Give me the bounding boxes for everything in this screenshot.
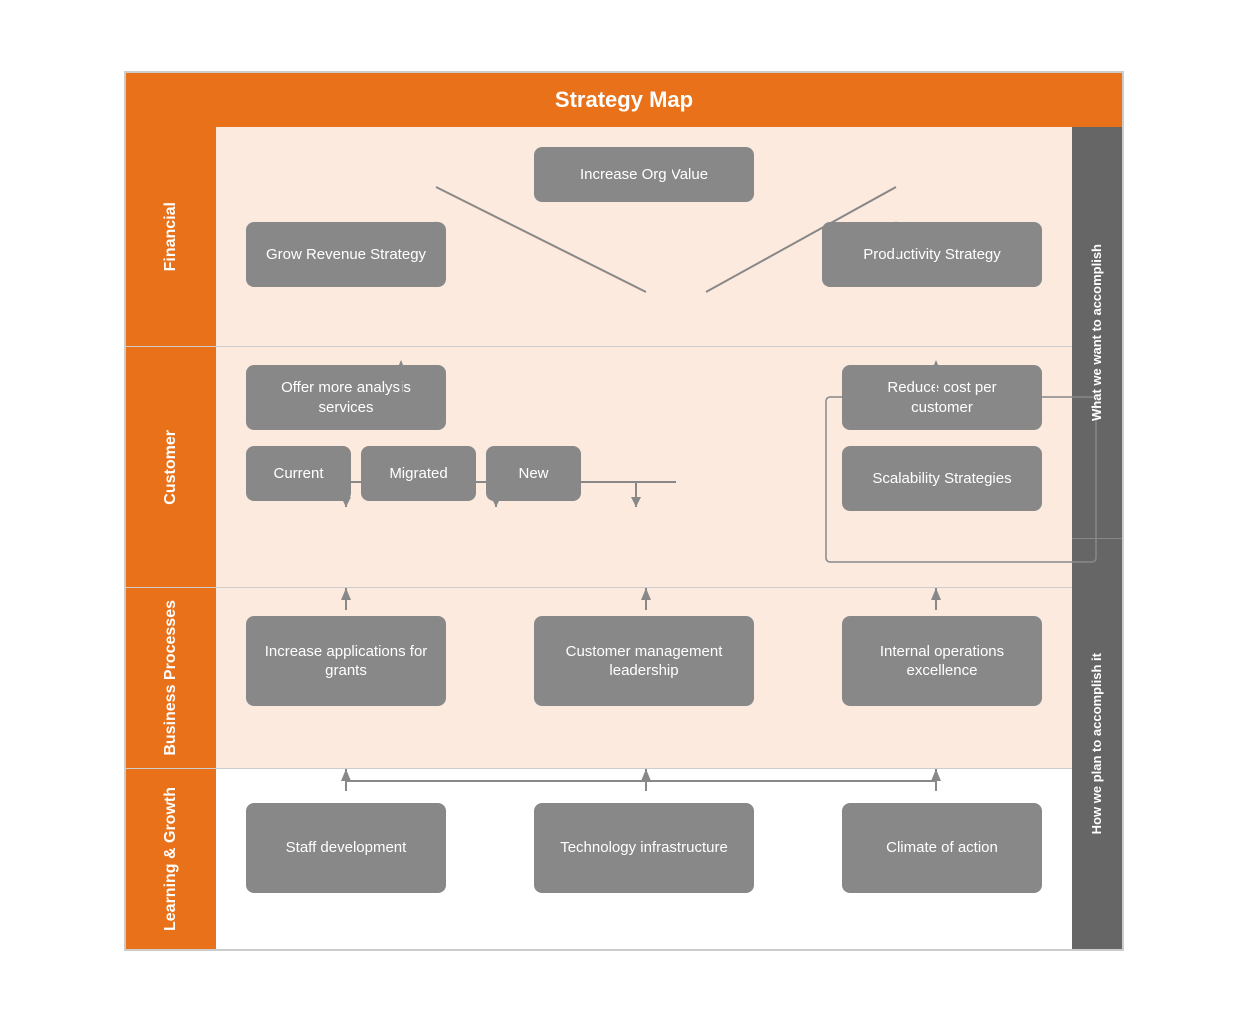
financial-top-row: Increase Org Value <box>246 147 1042 202</box>
grants-box: Increase applications for grants <box>246 616 446 706</box>
customer-top-row: Offer more analysis services Reduce cost… <box>246 365 1042 430</box>
main-content: Financial <box>126 127 1122 949</box>
right-label-bottom: How we plan to accomplish it <box>1072 539 1122 950</box>
financial-label-col: Financial <box>126 127 216 346</box>
offer-analysis-box: Offer more analysis services <box>246 365 446 430</box>
rows-container: Financial <box>126 127 1072 949</box>
staff-box: Staff development <box>246 803 446 893</box>
learning-boxes-row: Staff development Technology infrastruct… <box>246 803 1042 893</box>
climate-box: Climate of action <box>842 803 1042 893</box>
customer-bottom-row: Current Migrated New Scalability Strateg… <box>246 446 1042 511</box>
customer-label-col: Customer <box>126 347 216 587</box>
business-boxes-row: Increase applications for grants Custome… <box>246 616 1042 706</box>
financial-content: Increase Org Value Grow Revenue Strategy… <box>216 127 1072 346</box>
grow-revenue-box: Grow Revenue Strategy <box>246 222 446 287</box>
learning-label-col: Learning & Growth <box>126 769 216 949</box>
migrated-box: Migrated <box>361 446 476 501</box>
learning-label: Learning & Growth <box>161 787 182 931</box>
internal-operations-box: Internal operations excellence <box>842 616 1042 706</box>
page-title: Strategy Map <box>555 87 693 112</box>
right-labels: What we want to accomplish How we plan t… <box>1072 127 1122 949</box>
learning-content: Staff development Technology infrastruct… <box>216 769 1072 949</box>
scalability-box: Scalability Strategies <box>842 446 1042 511</box>
new-box: New <box>486 446 581 501</box>
financial-row: Financial <box>126 127 1072 347</box>
financial-bottom-row: Grow Revenue Strategy Productivity Strat… <box>246 222 1042 287</box>
business-label: Business Processes <box>161 600 182 756</box>
right-label-top-text: What we want to accomplish <box>1089 244 1106 421</box>
financial-label: Financial <box>161 202 182 271</box>
technology-box: Technology infrastructure <box>534 803 754 893</box>
current-box: Current <box>246 446 351 501</box>
productivity-strategy-box: Productivity Strategy <box>822 222 1042 287</box>
right-label-bottom-text: How we plan to accomplish it <box>1089 653 1106 834</box>
right-label-top: What we want to accomplish <box>1072 127 1122 539</box>
increase-org-value-box: Increase Org Value <box>534 147 754 202</box>
business-row: Business Processes I <box>126 588 1072 769</box>
business-content: Increase applications for grants Custome… <box>216 588 1072 768</box>
customer-management-box: Customer management leadership <box>534 616 754 706</box>
title-bar: Strategy Map <box>126 73 1122 127</box>
customer-sub-boxes: Current Migrated New <box>246 446 581 501</box>
learning-row: Learning & Growth <box>126 769 1072 949</box>
business-label-col: Business Processes <box>126 588 216 768</box>
customer-row: Customer <box>126 347 1072 588</box>
reduce-cost-box: Reduce cost per customer <box>842 365 1042 430</box>
customer-content: Offer more analysis services Reduce cost… <box>216 347 1072 587</box>
customer-label: Customer <box>161 430 182 505</box>
strategy-map-container: Strategy Map Financial <box>124 71 1124 951</box>
